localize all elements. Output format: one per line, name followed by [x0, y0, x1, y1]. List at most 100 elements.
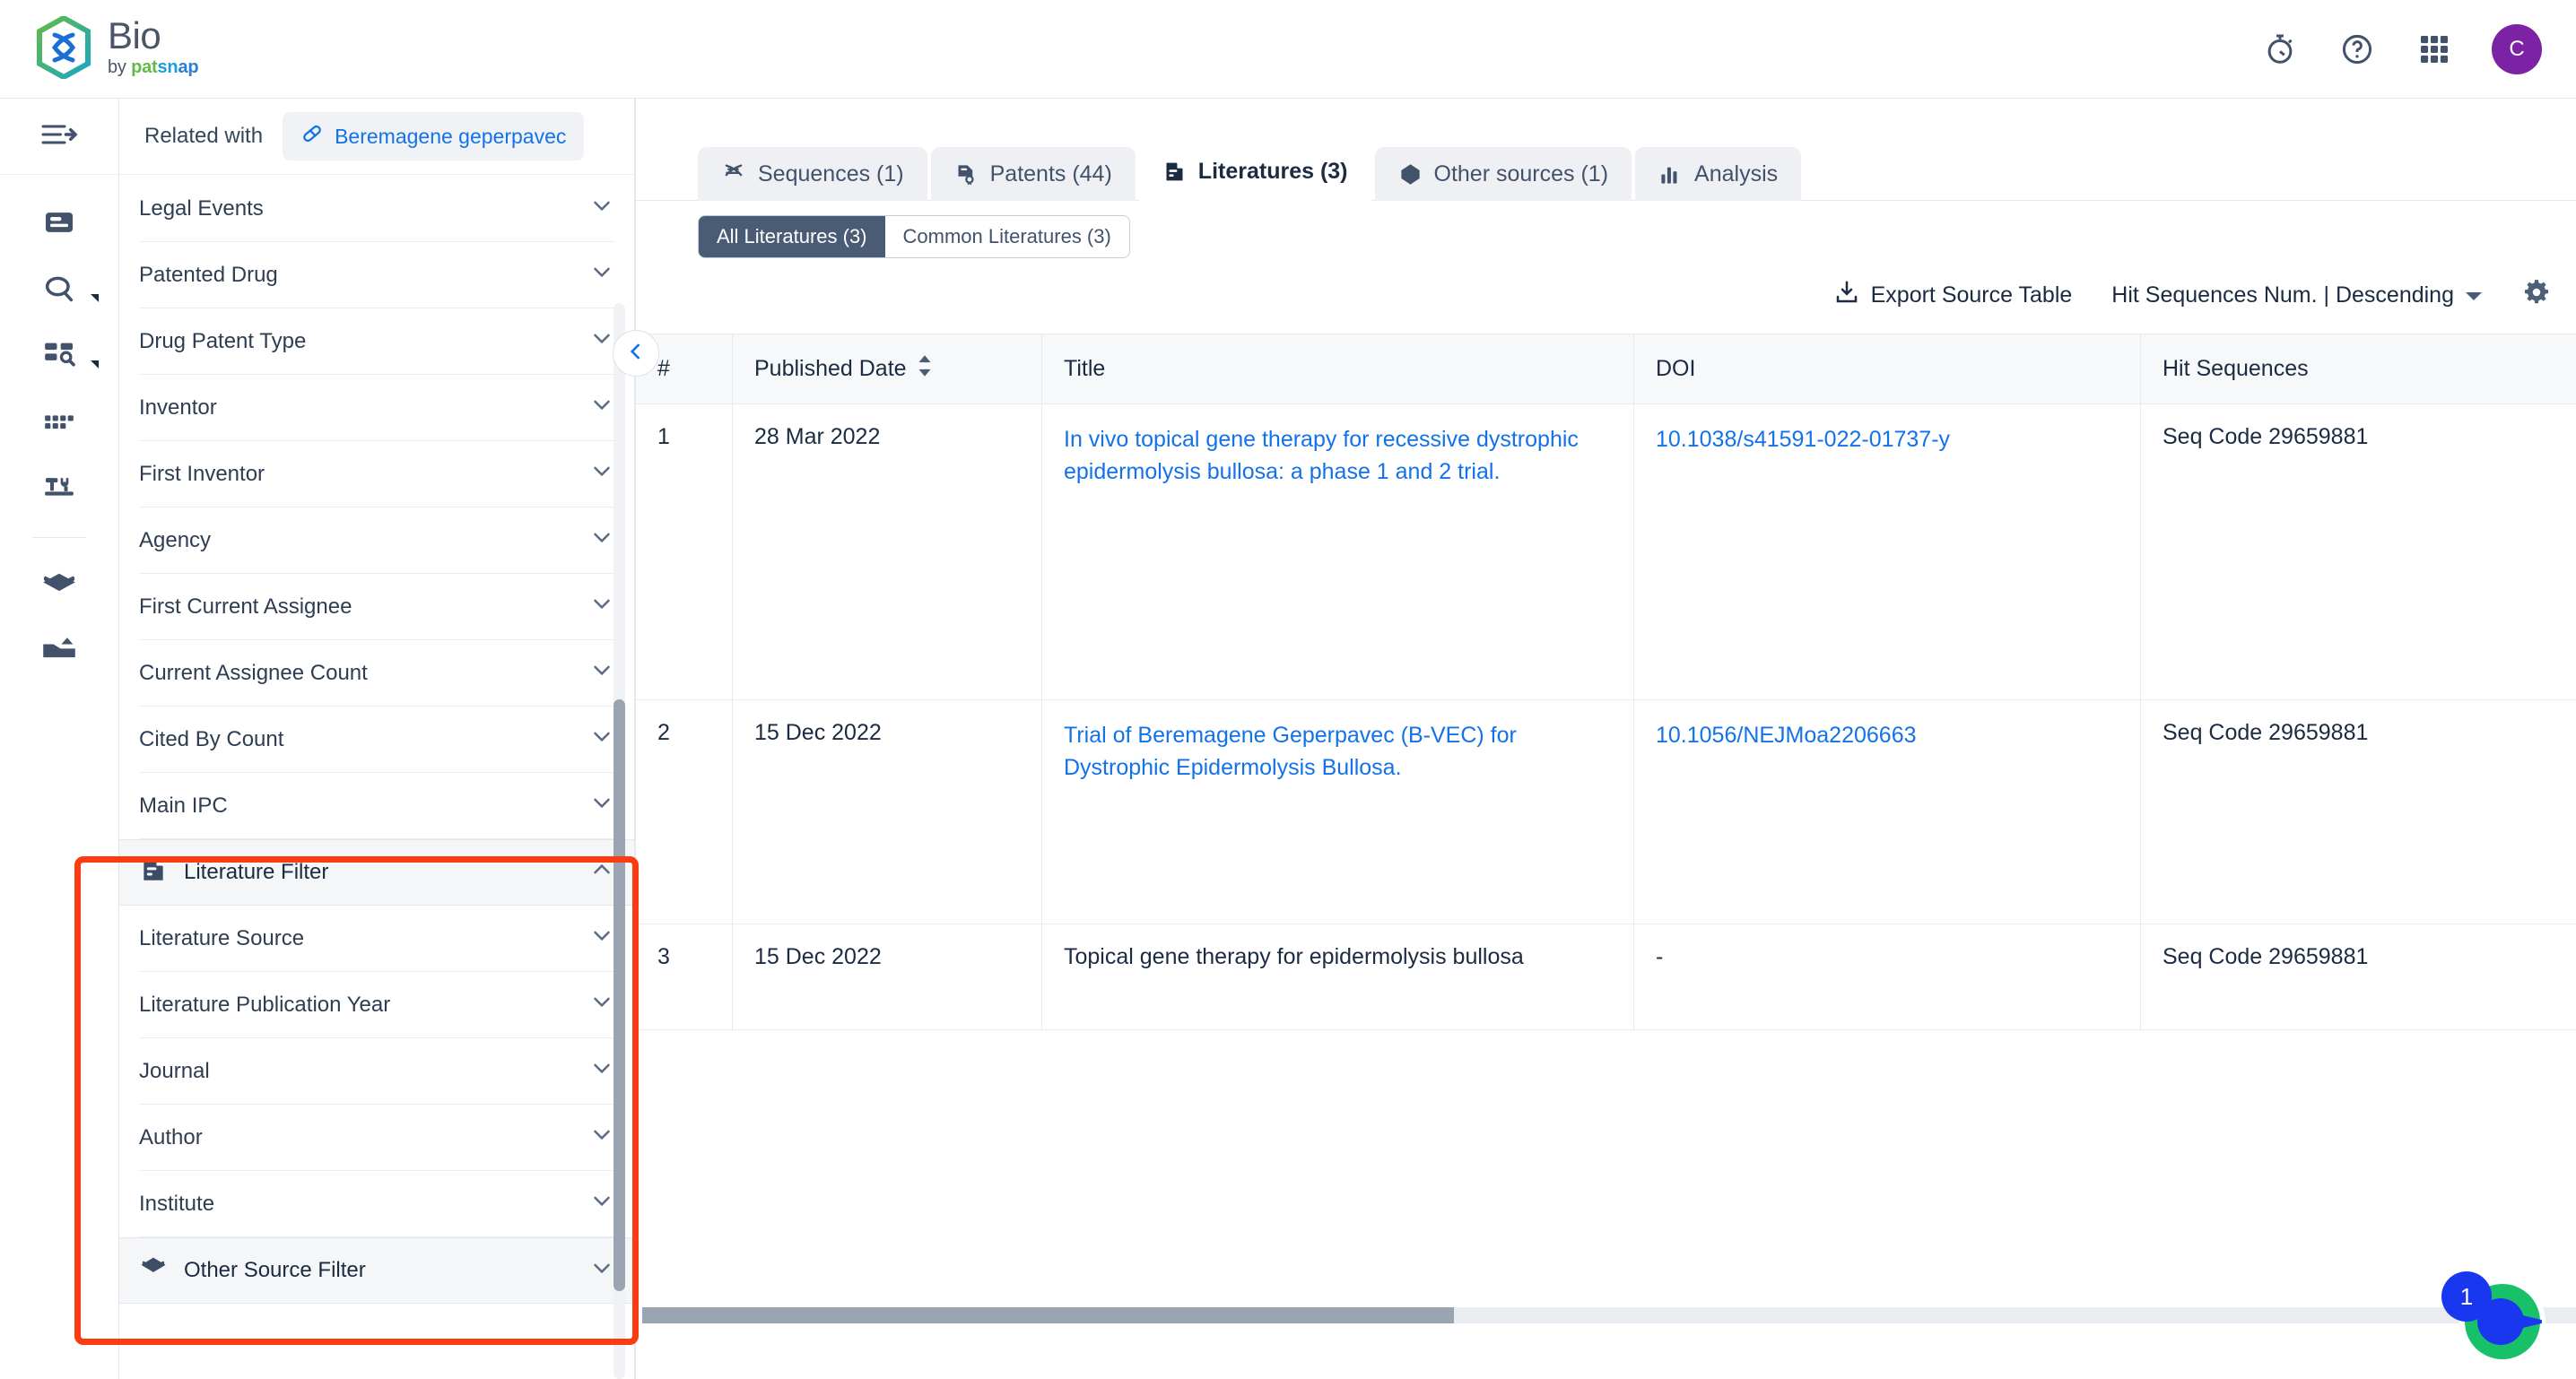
collapse-filters-button[interactable] [613, 330, 659, 377]
filter-row-label: Institute [139, 1191, 215, 1216]
filter-row-label: Journal [139, 1058, 210, 1083]
table-header-label: DOI [1656, 356, 1696, 381]
filter-row-first-inventor[interactable]: First Inventor [139, 441, 615, 507]
table-cell-doi-link[interactable]: 10.1056/NEJMoa2206663 [1656, 723, 1917, 748]
literature-icon [139, 855, 168, 890]
other-source-filter-group-header[interactable]: Other Source Filter [119, 1237, 634, 1304]
filter-row-author[interactable]: Author [139, 1105, 615, 1171]
rail-item-document[interactable] [0, 191, 118, 257]
table-cell-hit-sequences: Seq Code 29659881 [2140, 699, 2576, 924]
collapse-menu-icon [40, 121, 78, 152]
avatar[interactable]: C [2492, 24, 2542, 74]
filter-row-legal-events[interactable]: Legal Events [139, 176, 615, 242]
chevron-corner-icon [91, 360, 99, 369]
rail-item-workbench[interactable] [0, 456, 118, 523]
filter-row-patented-drug[interactable]: Patented Drug [139, 242, 615, 308]
table-cell-doi: - [1633, 924, 2141, 1030]
filter-scrollbar-thumb[interactable] [614, 699, 625, 1291]
related-with-bar: Related with Beremagene geperpavec [119, 99, 634, 175]
rail-item-table-columns[interactable] [0, 390, 118, 456]
filter-row-label: Main IPC [139, 793, 228, 818]
subtab-common-literatures-3[interactable]: Common Literatures (3) [884, 216, 1129, 257]
tab-sequences-1[interactable]: Sequences (1) [698, 147, 927, 201]
brand-title: Bio [108, 14, 161, 56]
rail-divider [32, 537, 86, 538]
tab-label: Literatures (3) [1197, 158, 1348, 184]
table-cell-hit-sequences-text: Seq Code 29659881 [2163, 944, 2369, 969]
chat-widget[interactable]: 1 [2441, 1271, 2542, 1359]
table-cell-title-link[interactable]: Trial of Beremagene Geperpavec (B-VEC) f… [1064, 723, 1517, 780]
filter-row-first-current-assignee[interactable]: First Current Assignee [139, 574, 615, 640]
table-cell-title[interactable]: Trial of Beremagene Geperpavec (B-VEC) f… [1041, 699, 1634, 924]
brand-logo[interactable]: Bio by patsnap [36, 14, 199, 81]
help-circle-icon[interactable] [2337, 30, 2377, 69]
filter-row-institute[interactable]: Institute [139, 1171, 615, 1237]
bar-chart-icon [1658, 162, 1683, 186]
table-cell-doi[interactable]: 10.1038/s41591-022-01737-y [1633, 403, 2141, 700]
sort-arrows-icon[interactable] [916, 354, 934, 384]
avatar-initial: C [2509, 37, 2525, 61]
table-cell-index: 1 [635, 403, 733, 700]
table-cell-title-link[interactable]: In vivo topical gene therapy for recessi… [1064, 427, 1579, 484]
workbench-icon [41, 470, 77, 510]
table-settings-button[interactable] [2522, 278, 2551, 313]
filter-row-current-assignee-count[interactable]: Current Assignee Count [139, 640, 615, 707]
literature-filter-group-header[interactable]: Literature Filter [119, 839, 634, 906]
filter-row-agency[interactable]: Agency [139, 507, 615, 574]
table-cell-doi[interactable]: 10.1056/NEJMoa2206663 [1633, 699, 2141, 924]
stopwatch-icon[interactable] [2260, 30, 2300, 69]
filter-row-literature-source[interactable]: Literature Source [139, 906, 615, 972]
chat-widget-badge: 1 [2441, 1271, 2492, 1322]
tab-analysis[interactable]: Analysis [1635, 147, 1802, 201]
chevron-down-icon [588, 258, 615, 291]
tab-other-sources-1[interactable]: Other sources (1) [1374, 147, 1632, 201]
filter-row-inventor[interactable]: Inventor [139, 375, 615, 441]
tab-literatures-3[interactable]: Literatures (3) [1138, 142, 1371, 201]
table-cell-published-date: 15 Dec 2022 [732, 924, 1042, 1030]
brand-subtitle: by patsnap [108, 57, 199, 78]
chevron-down-icon [588, 723, 615, 756]
rail-item-search[interactable] [0, 257, 118, 324]
horizontal-scrollbar-thumb[interactable] [642, 1307, 1454, 1323]
chevron-down-icon [588, 192, 615, 225]
subtab-all-literatures-3[interactable]: All Literatures (3) [699, 216, 885, 257]
table-cell-published-date-text: 15 Dec 2022 [754, 944, 882, 969]
filter-row-label: Author [139, 1124, 203, 1149]
filter-row-label: Current Assignee Count [139, 660, 368, 685]
chevron-down-icon [588, 1187, 615, 1220]
tab-patents-44[interactable]: Patents (44) [930, 147, 1136, 201]
filter-row-journal[interactable]: Journal [139, 1038, 615, 1105]
apps-grid-icon[interactable] [2415, 30, 2454, 69]
related-drug-chip[interactable]: Beremagene geperpavec [283, 112, 585, 160]
hexagon-icon [139, 1255, 168, 1287]
sub-tab-group: All Literatures (3) Common Literatures (3… [698, 215, 1130, 258]
related-drug-chip-label: Beremagene geperpavec [335, 124, 567, 148]
literature-table-wrapper[interactable]: # Published Date Title DOI Hit Sequences 1 28… [635, 334, 2576, 1271]
sort-dropdown[interactable]: Hit Sequences Num. | Descending [2111, 282, 2483, 308]
chevron-down-icon [588, 656, 615, 690]
table-cell-hit-sequences: Seq Code 29659881 [2140, 924, 2576, 1030]
table-row: 2 15 Dec 2022 Trial of Beremagene Geperpav… [635, 699, 2576, 924]
rail-item-export-tray[interactable] [0, 619, 118, 685]
filter-rows-literature: Literature Source Literature Publication … [119, 906, 634, 1237]
main-content: Sequences (1) Patents (44) Literatures (3)… [613, 99, 2576, 1379]
table-header-published-date[interactable]: Published Date [732, 334, 1042, 404]
rail-item-grid-search[interactable] [0, 324, 118, 390]
filter-row-main-ipc[interactable]: Main IPC [139, 773, 615, 839]
chevron-down-icon [588, 1121, 615, 1154]
chat-widget-badge-count: 1 [2459, 1282, 2474, 1310]
filter-row-cited-by-count[interactable]: Cited By Count [139, 707, 615, 773]
table-cell-doi-link[interactable]: 10.1038/s41591-022-01737-y [1656, 427, 1950, 452]
filter-row-literature-publication-year[interactable]: Literature Publication Year [139, 972, 615, 1038]
table-header-label: Title [1064, 356, 1106, 381]
filter-row-drug-patent-type[interactable]: Drug Patent Type [139, 308, 615, 375]
table-cell-index: 2 [635, 699, 733, 924]
chevron-down-icon [588, 1054, 615, 1088]
export-source-table-button[interactable]: Export Source Table [1833, 279, 2072, 312]
table-cell-title[interactable]: In vivo topical gene therapy for recessi… [1041, 403, 1634, 700]
filter-row-label: First Inventor [139, 461, 265, 486]
export-tray-icon [40, 635, 78, 670]
table-cell-index-text: 1 [657, 424, 670, 449]
rail-item-layers[interactable] [0, 552, 118, 619]
rail-item-collapse-menu[interactable] [0, 99, 118, 175]
